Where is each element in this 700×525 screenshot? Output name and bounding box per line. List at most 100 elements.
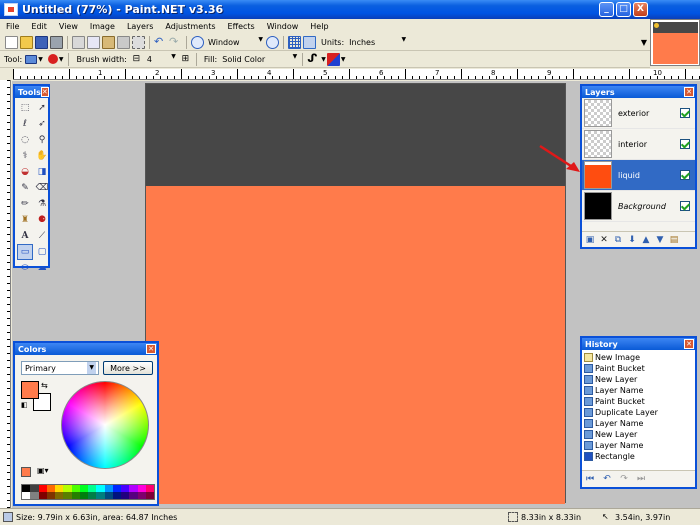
close-icon[interactable]: ✕ — [40, 87, 49, 97]
zoom-dropdown[interactable]: Window ▼ — [205, 36, 265, 49]
cut-icon[interactable] — [72, 35, 85, 49]
rulers-icon[interactable] — [303, 35, 316, 49]
merge-layer-down-icon[interactable]: ⬇ — [627, 235, 637, 245]
blend-mode-icon[interactable] — [326, 52, 340, 66]
menu-help[interactable]: Help — [304, 22, 334, 31]
palette-color-swatch[interactable] — [112, 492, 121, 499]
chevron-down-icon[interactable]: ▼ — [38, 56, 43, 63]
palette-color-swatch[interactable] — [121, 485, 130, 492]
close-button[interactable]: X — [633, 2, 648, 17]
palette-color-swatch[interactable] — [55, 492, 64, 499]
palette-color-swatch[interactable] — [71, 492, 80, 499]
palette-color-swatch[interactable] — [30, 485, 39, 492]
palette-color-swatch[interactable] — [88, 485, 97, 492]
crop-icon[interactable] — [117, 35, 130, 49]
palette-color-swatch[interactable] — [96, 492, 105, 499]
colors-panel-title[interactable]: Colors ✕ — [15, 343, 157, 355]
pencil-icon[interactable]: ✏ — [17, 196, 33, 212]
palette-color-swatch[interactable] — [112, 485, 121, 492]
more-colors-button[interactable]: More >> — [103, 361, 153, 375]
palette-color-swatch[interactable] — [46, 485, 55, 492]
color-picker-icon[interactable]: ⚗ — [34, 196, 50, 212]
magic-wand-icon[interactable]: ⚕ — [17, 148, 33, 164]
menu-effects[interactable]: Effects — [222, 22, 261, 31]
close-icon[interactable]: ✕ — [146, 344, 156, 354]
open-folder-icon[interactable] — [20, 35, 33, 49]
palette-color-swatch[interactable] — [129, 492, 138, 499]
print-icon[interactable] — [50, 35, 63, 49]
minus-icon[interactable]: ⊟ — [130, 53, 143, 66]
history-item[interactable]: Layer Name — [582, 385, 695, 396]
layer-properties-icon[interactable]: ▤ — [669, 235, 679, 245]
maximize-button[interactable]: □ — [616, 2, 631, 17]
new-file-icon[interactable] — [5, 35, 18, 49]
history-item[interactable]: New Image — [582, 352, 695, 363]
rectangle-tool-icon[interactable] — [25, 54, 38, 64]
plus-icon[interactable]: ⊞ — [179, 53, 192, 66]
history-panel-title[interactable]: History ✕ — [582, 338, 695, 350]
layer-row-liquid[interactable]: liquid — [582, 160, 695, 191]
tools-panel-title[interactable]: Tools ✕ — [15, 86, 49, 98]
toolbar-overflow-icon[interactable]: ▼ — [641, 38, 647, 47]
palette-color-swatch[interactable] — [55, 485, 64, 492]
fill-dropdown[interactable]: Solid Color ▼ — [219, 53, 299, 66]
undo-icon[interactable]: ↶ — [602, 474, 612, 484]
duplicate-layer-icon[interactable]: ⧉ — [613, 235, 623, 245]
layer-row-interior[interactable]: interior — [582, 129, 695, 160]
add-layer-icon[interactable]: ▣ — [585, 235, 595, 245]
lasso-select-icon[interactable]: ℓ — [17, 116, 33, 132]
palette-color-swatch[interactable] — [88, 492, 97, 499]
units-dropdown[interactable]: Inches ▼ — [346, 36, 408, 49]
rectangle-tool-icon[interactable]: ▭ — [17, 244, 33, 260]
palette-color-swatch[interactable] — [63, 485, 72, 492]
layer-row-exterior[interactable]: exterior — [582, 98, 695, 129]
save-icon[interactable] — [35, 35, 48, 49]
image-canvas[interactable] — [145, 83, 566, 504]
history-item[interactable]: Paint Bucket — [582, 396, 695, 407]
palette-color-swatch[interactable] — [137, 492, 146, 499]
palette-color-swatch[interactable] — [63, 492, 72, 499]
zoom-icon[interactable] — [191, 35, 204, 49]
chevron-down-icon[interactable]: ▼ — [341, 56, 346, 63]
color-wheel[interactable] — [61, 381, 149, 469]
history-item[interactable]: New Layer — [582, 429, 695, 440]
zoom-in-icon[interactable] — [266, 35, 279, 49]
paint-bucket-icon[interactable]: ◒ — [17, 164, 33, 180]
chevron-down-icon[interactable]: ▼ — [59, 56, 64, 63]
close-icon[interactable]: ✕ — [684, 339, 694, 349]
palette-color-swatch[interactable] — [104, 485, 113, 492]
palette-color-swatch[interactable] — [30, 492, 39, 499]
swap-colors-icon[interactable]: ⇆ — [41, 381, 48, 390]
history-item[interactable]: Layer Name — [582, 418, 695, 429]
palette-color-swatch[interactable] — [71, 485, 80, 492]
image-thumbnail[interactable] — [650, 19, 700, 66]
fast-forward-icon[interactable]: ⏭ — [636, 474, 646, 484]
layer-visibility-checkbox[interactable] — [680, 139, 690, 149]
menu-layers[interactable]: Layers — [121, 22, 159, 31]
palette-color-swatch[interactable] — [145, 492, 154, 499]
layer-row-background[interactable]: Background — [582, 191, 695, 222]
redo-icon[interactable]: ↷ — [619, 474, 629, 484]
palette-swatch-icon[interactable] — [21, 467, 31, 477]
paste-icon[interactable] — [102, 35, 115, 49]
move-selected-icon[interactable]: ➶ — [34, 116, 50, 132]
minimize-button[interactable]: _ — [599, 2, 614, 17]
move-layer-up-icon[interactable]: ▲ — [641, 235, 651, 245]
brush-width-dropdown[interactable]: 4 ▼ — [144, 53, 178, 66]
palette-color-swatch[interactable] — [22, 492, 31, 499]
line-style-icon[interactable]: ᔑ — [307, 52, 320, 66]
freeform-shape-icon[interactable]: ☁ — [34, 260, 50, 276]
layer-visibility-checkbox[interactable] — [680, 201, 690, 211]
gradient-icon[interactable]: ◨ — [34, 164, 50, 180]
palette-color-swatch[interactable] — [46, 492, 55, 499]
zoom-tool-icon[interactable]: ⚲ — [34, 132, 50, 148]
ellipse-tool-icon[interactable]: ⬭ — [17, 260, 33, 276]
ellipse-select-icon[interactable]: ◌ — [17, 132, 33, 148]
reset-colors-icon[interactable]: ◧ — [21, 401, 28, 409]
palette-color-swatch[interactable] — [121, 492, 130, 499]
rewind-icon[interactable]: ⏮ — [585, 474, 595, 484]
history-item[interactable]: Paint Bucket — [582, 363, 695, 374]
grid-icon[interactable] — [288, 35, 301, 49]
close-icon[interactable]: ✕ — [684, 87, 694, 97]
paintnet-app-icon[interactable] — [4, 3, 18, 16]
